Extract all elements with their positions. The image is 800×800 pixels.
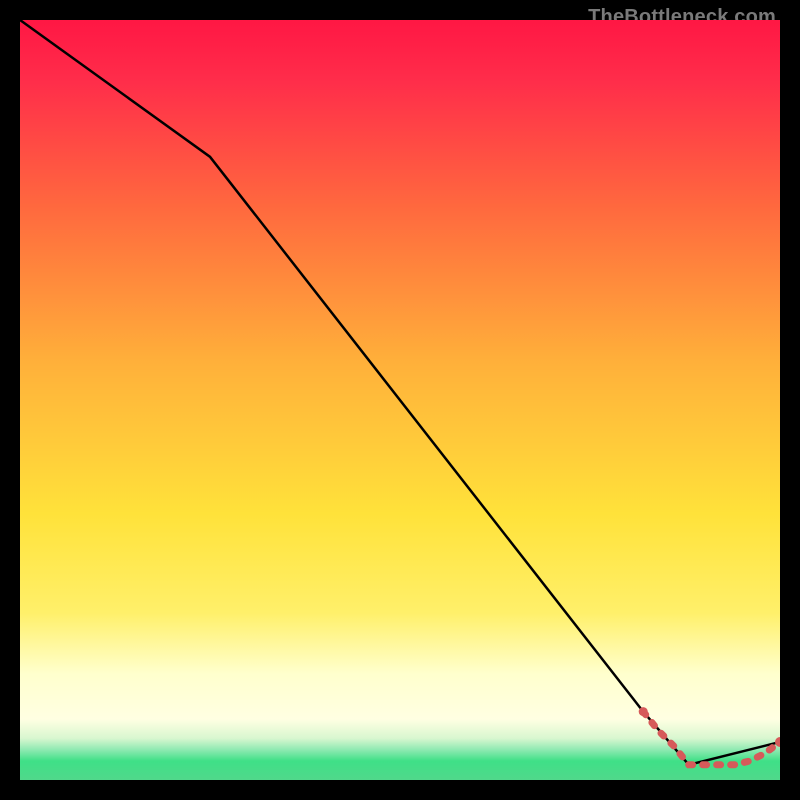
highlight-start-dot — [639, 707, 648, 716]
bottleneck-curve-path — [20, 20, 780, 765]
highlight-end-dot — [775, 737, 780, 747]
bottleneck-chart: TheBottleneck.com — [20, 20, 780, 780]
highlight-markers — [639, 707, 780, 765]
bottleneck-curve-line — [20, 20, 780, 765]
chart-lines — [20, 20, 780, 780]
plot-area — [20, 20, 780, 780]
highlight-dash-path — [643, 712, 780, 765]
